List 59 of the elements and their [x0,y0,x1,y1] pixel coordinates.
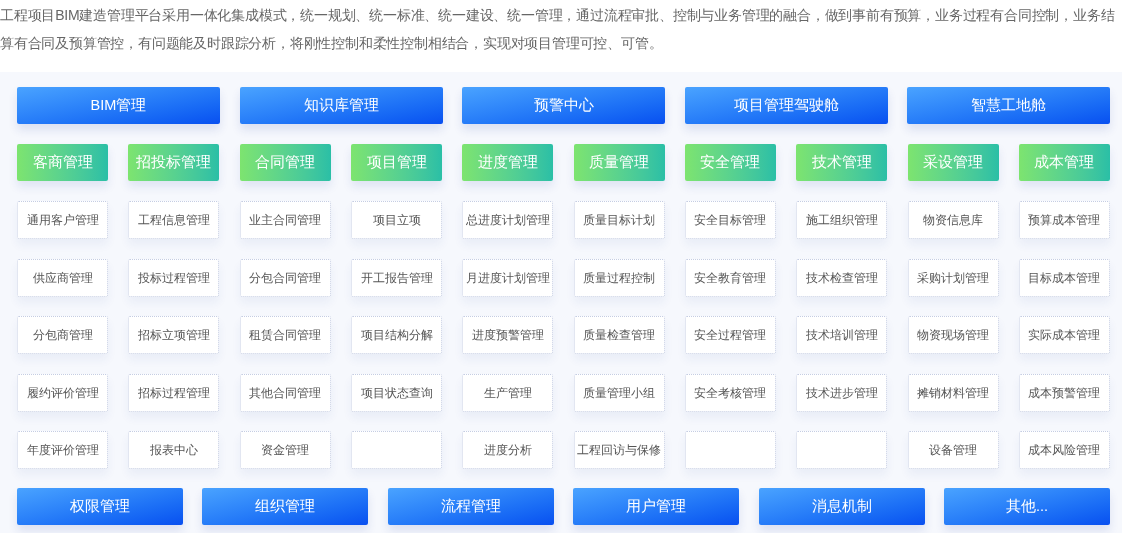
platform-module-button[interactable]: 智慧工地舱 [907,87,1110,124]
module-tile[interactable]: 安全目标管理 [684,201,776,239]
module-tile[interactable]: 物资信息库 [907,201,999,239]
module-tile[interactable]: 安全考核管理 [684,373,776,412]
module-tile[interactable]: 成本预警管理 [1018,373,1110,412]
module-tile[interactable]: 供应商管理 [17,258,109,297]
module-tile[interactable]: 项目立项 [351,201,442,239]
module-tile[interactable]: 报表中心 [128,431,220,469]
module-tile[interactable]: 预算成本管理 [1018,201,1110,239]
module-tile[interactable]: 项目结构分解 [351,316,442,354]
module-tile[interactable]: 质量检查管理 [573,316,665,354]
module-tile[interactable]: 工程回访与保修 [573,431,665,469]
module-tile[interactable]: 技术培训管理 [796,316,888,354]
intro-paragraph: 工程项目BIM建造管理平台采用一体化集成模式，统一规划、统一标准、统一建设、统一管理，通过流程审批、控制与业务管理的融合，做到事前有预算，业务过程有合同控制，业务结算有合同及预算管控，有问题能及时跟踪分析，将刚性控制和柔性控制相结合，实现对项目管理可控、可管。 [0,6,1116,53]
module-tile[interactable]: 安全过程管理 [684,316,776,354]
module-tile[interactable]: 质量目标计划 [573,201,665,239]
module-tile[interactable]: 资金管理 [239,431,331,469]
module-tile[interactable]: 施工组织管理 [796,201,888,239]
module-tile[interactable]: 投标过程管理 [128,258,220,297]
module-tile[interactable]: 摊销材料管理 [907,373,999,412]
module-tile[interactable]: 技术检查管理 [796,258,888,297]
module-tile[interactable]: 实际成本管理 [1018,316,1110,354]
system-module-button[interactable]: 组织管理 [202,488,369,525]
module-tile[interactable]: 总进度计划管理 [462,201,554,239]
module-tile[interactable]: 生产管理 [462,373,554,412]
module-tile[interactable]: 进度分析 [462,431,554,469]
module-tile[interactable]: 进度预警管理 [462,316,554,354]
module-tile[interactable]: 分包合同管理 [239,258,331,297]
module-tile[interactable]: 招标过程管理 [128,373,220,412]
system-module-button[interactable]: 流程管理 [387,488,554,525]
system-module-button[interactable]: 其他... [944,488,1110,525]
module-tile[interactable]: 开工报告管理 [351,258,442,297]
module-tile[interactable]: 目标成本管理 [1018,258,1110,297]
platform-module-button[interactable]: 知识库管理 [239,87,443,124]
platform-module-button[interactable]: 预警中心 [462,87,665,124]
module-tile[interactable]: 通用客户管理 [17,201,109,239]
module-tile[interactable]: 分包商管理 [17,316,109,354]
system-module-button[interactable]: 消息机制 [758,488,925,525]
module-tile[interactable]: 采购计划管理 [907,258,999,297]
module-tile[interactable]: 业主合同管理 [239,201,331,239]
module-tile[interactable]: 设备管理 [907,431,999,469]
module-tile[interactable]: 招标立项管理 [128,316,220,354]
module-tile[interactable]: 质量管理小组 [573,373,665,412]
module-tile[interactable]: 物资现场管理 [907,316,999,354]
module-tile[interactable]: 其他合同管理 [239,373,331,412]
module-tile[interactable]: 项目状态查询 [351,373,442,412]
module-tile[interactable]: 质量过程控制 [573,258,665,297]
system-module-button[interactable]: 权限管理 [17,488,183,525]
system-module-button[interactable]: 用户管理 [573,488,740,525]
module-tile[interactable]: 安全教育管理 [684,258,776,297]
module-tile[interactable]: 履约评价管理 [17,373,109,412]
module-tile[interactable]: 月进度计划管理 [462,258,554,297]
module-tile[interactable]: 年度评价管理 [17,431,109,469]
module-tile[interactable]: 租赁合同管理 [239,316,331,354]
module-tile[interactable]: 成本风险管理 [1018,431,1110,469]
platform-module-button[interactable]: 项目管理驾驶舱 [684,87,888,124]
module-tile[interactable]: 工程信息管理 [128,201,220,239]
module-tile[interactable]: 技术进步管理 [796,373,888,412]
platform-module-button[interactable]: BIM管理 [17,87,220,124]
